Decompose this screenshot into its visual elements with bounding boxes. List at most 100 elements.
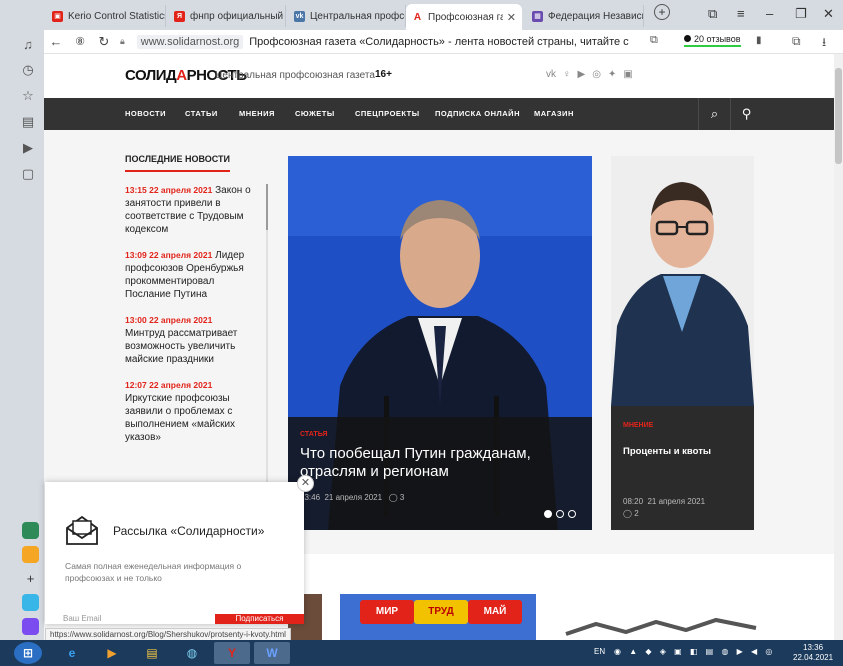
slider-dot-1[interactable]	[544, 510, 552, 518]
user-icon[interactable]: ⚲	[730, 98, 762, 130]
social-links: vk ♀ ▶ ◎ ✦ ▣	[546, 69, 633, 80]
tab-kerio[interactable]: ▣ Kerio Control Statistics	[46, 5, 166, 27]
notes-icon[interactable]: ▢	[20, 166, 36, 182]
comment-icon: ◯	[388, 493, 398, 502]
nav-stories[interactable]: СЮЖЕТЫ	[295, 109, 335, 118]
menu-icon[interactable]: ≡	[737, 6, 745, 21]
slider-dot-3[interactable]	[568, 510, 576, 518]
url-domain[interactable]: www.solidarnost.org	[136, 34, 244, 49]
language-indicator[interactable]: EN	[594, 647, 605, 656]
yandex-taskbar-icon[interactable]: Y	[214, 642, 250, 664]
nav-news[interactable]: НОВОСТИ	[125, 109, 166, 118]
reviews-badge[interactable]: 20 отзывов	[684, 34, 741, 47]
history-icon[interactable]: ◷	[20, 62, 36, 78]
minimize-icon[interactable]: –	[766, 6, 773, 21]
start-button[interactable]: ⊞	[14, 642, 42, 664]
instagram-icon[interactable]: ◎	[592, 69, 601, 80]
taskbar-clock[interactable]: 13:36 22.04.2021	[793, 643, 833, 663]
subscribe-button[interactable]: Подписаться	[215, 614, 304, 624]
slider-dot-2[interactable]	[556, 510, 564, 518]
latest-news-scroll-thumb[interactable]	[266, 184, 268, 230]
opinion-title[interactable]: Проценты и квоты	[623, 446, 711, 457]
new-tab-icon[interactable]: +	[654, 4, 670, 20]
play-icon[interactable]: ▶	[20, 140, 36, 156]
reviews-dot-icon	[684, 35, 691, 42]
hero-category[interactable]: СТАТЬЯ	[300, 431, 328, 438]
translate-icon[interactable]: ⧉	[650, 34, 658, 47]
comment-icon: ◯	[623, 509, 632, 518]
bell-icon[interactable]: ♫	[20, 37, 36, 53]
extensions-icon[interactable]: ⧉	[792, 34, 801, 49]
telegram-icon[interactable]: ▣	[623, 69, 632, 80]
twitter-icon[interactable]: ✦	[608, 69, 616, 80]
latest-news-scrollbar[interactable]	[266, 184, 268, 514]
ok-icon[interactable]: ♀	[563, 69, 571, 80]
federation-favicon-icon: ▦	[532, 10, 543, 22]
close-popup-icon[interactable]: ✕	[297, 475, 314, 492]
page-scroll-thumb[interactable]	[835, 68, 842, 164]
newsletter-description: Самая полная еженедельная информация о п…	[65, 561, 242, 583]
tab-federation[interactable]: ▦ Федерация Независим	[526, 5, 644, 27]
yandex-favicon-icon: Я	[174, 10, 185, 22]
nav-special[interactable]: СПЕЦПРОЕКТЫ	[355, 109, 420, 118]
reload-icon[interactable]: ↻	[92, 34, 116, 50]
list-item[interactable]: 12:07 22 апреля 2021 Иркутские профсоюзы …	[125, 379, 257, 444]
page-scrollbar[interactable]	[834, 54, 843, 640]
nav-shop[interactable]: МАГАЗИН	[534, 109, 574, 118]
address-bar: ← ⑧ ↻ 🔒︎ www.solidarnost.org Профсоюзная…	[44, 30, 843, 54]
opinion-caption: МНЕНИЕ Проценты и квоты 08:20 21 апреля …	[611, 406, 754, 530]
thumb-flag: ТРУД	[414, 600, 468, 624]
send-app-icon[interactable]	[22, 594, 39, 611]
explorer-taskbar-icon[interactable]: ▤	[134, 642, 170, 664]
alice-app-icon[interactable]	[22, 522, 39, 539]
close-window-icon[interactable]: ✕	[823, 6, 834, 22]
close-tab-icon[interactable]: ✕	[507, 11, 516, 24]
nav-opinions[interactable]: МНЕНИЯ	[239, 109, 275, 118]
tab-solidarnost[interactable]: A Профсоюзная газета ✕	[406, 4, 522, 30]
hero-article-card[interactable]: СТАТЬЯ Что пообещал Путин гражданам, отр…	[288, 156, 592, 530]
article-thumbnail[interactable]: МИР ТРУД МАЙ	[340, 594, 536, 640]
mail-app-icon[interactable]	[22, 546, 39, 563]
add-app-icon[interactable]: +	[22, 570, 39, 587]
collections-icon[interactable]: ▤	[20, 114, 36, 130]
nav-articles[interactable]: СТАТЬИ	[185, 109, 218, 118]
bookmark-star-icon[interactable]: ☆	[20, 88, 36, 104]
opinion-category[interactable]: МНЕНИЕ	[623, 422, 653, 429]
list-item[interactable]: 13:09 22 апреля 2021 Лидер профсоюзов Ор…	[125, 249, 257, 301]
latest-news-heading: ПОСЛЕДНИЕ НОВОСТИ	[125, 154, 230, 172]
solidarnost-favicon-icon: A	[412, 11, 423, 23]
network-taskbar-icon[interactable]: ◍	[174, 642, 210, 664]
article-thumbnail[interactable]	[556, 614, 766, 640]
browser-sidebar: ● ♫ ◷ ☆ ▤ ▶ ▢ +	[0, 0, 44, 640]
tab-central[interactable]: vk Центральная профсою	[288, 5, 406, 27]
newsletter-popup: Рассылка «Солидарности» Самая полная еже…	[45, 482, 304, 624]
lock-icon[interactable]: 🔒︎	[120, 36, 125, 47]
tray-icons[interactable]: ◉ ▲ ◆ ◈ ▣ ◧ ▤ ◍ ▶ ◀ ◎	[614, 647, 775, 656]
word-taskbar-icon[interactable]: W	[254, 642, 290, 664]
browser-tab-bar: ▣ Kerio Control Statistics Я фнпр официа…	[0, 0, 843, 30]
list-item[interactable]: 13:15 22 апреля 2021 Закон о занятости п…	[125, 184, 257, 236]
search-icon[interactable]: ⌕	[698, 98, 730, 130]
list-item[interactable]: 13:00 22 апреля 2021 Минтруд рассматривае…	[125, 314, 257, 366]
download-icon[interactable]: ⭳	[822, 33, 826, 54]
site-tagline: Центральная профсоюзная газета	[215, 70, 375, 81]
nav-subscription[interactable]: ПОДПИСКА ОНЛАЙН	[435, 109, 520, 118]
protect-icon[interactable]: ⑧	[68, 35, 92, 48]
restore-icon[interactable]: ❐	[795, 6, 807, 22]
opinion-photo	[611, 156, 754, 406]
vk-icon[interactable]: vk	[546, 69, 556, 80]
youtube-icon[interactable]: ▶	[578, 69, 586, 80]
hero-title[interactable]: Что пообещал Путин гражданам, отраслям и…	[300, 445, 580, 481]
bookmark-icon[interactable]: ▮	[756, 35, 762, 46]
opinion-article-card[interactable]: МНЕНИЕ Проценты и квоты 08:20 21 апреля …	[611, 156, 754, 530]
back-icon[interactable]: ←	[44, 34, 68, 49]
ie-taskbar-icon[interactable]: e	[54, 642, 90, 664]
media-taskbar-icon[interactable]: ▶	[94, 642, 130, 664]
url-page-title[interactable]: Профсоюзная газета «Солидарность» - лент…	[249, 36, 629, 48]
email-input[interactable]: Ваш Email	[45, 614, 215, 624]
assistant-app-icon[interactable]	[22, 618, 39, 635]
age-rating: 16+	[375, 69, 392, 80]
tab-fnpr[interactable]: Я фнпр официальный са	[168, 5, 286, 27]
tabs-overview-icon[interactable]: ⧉	[708, 6, 717, 22]
newsletter-title: Рассылка «Солидарности»	[113, 524, 265, 538]
